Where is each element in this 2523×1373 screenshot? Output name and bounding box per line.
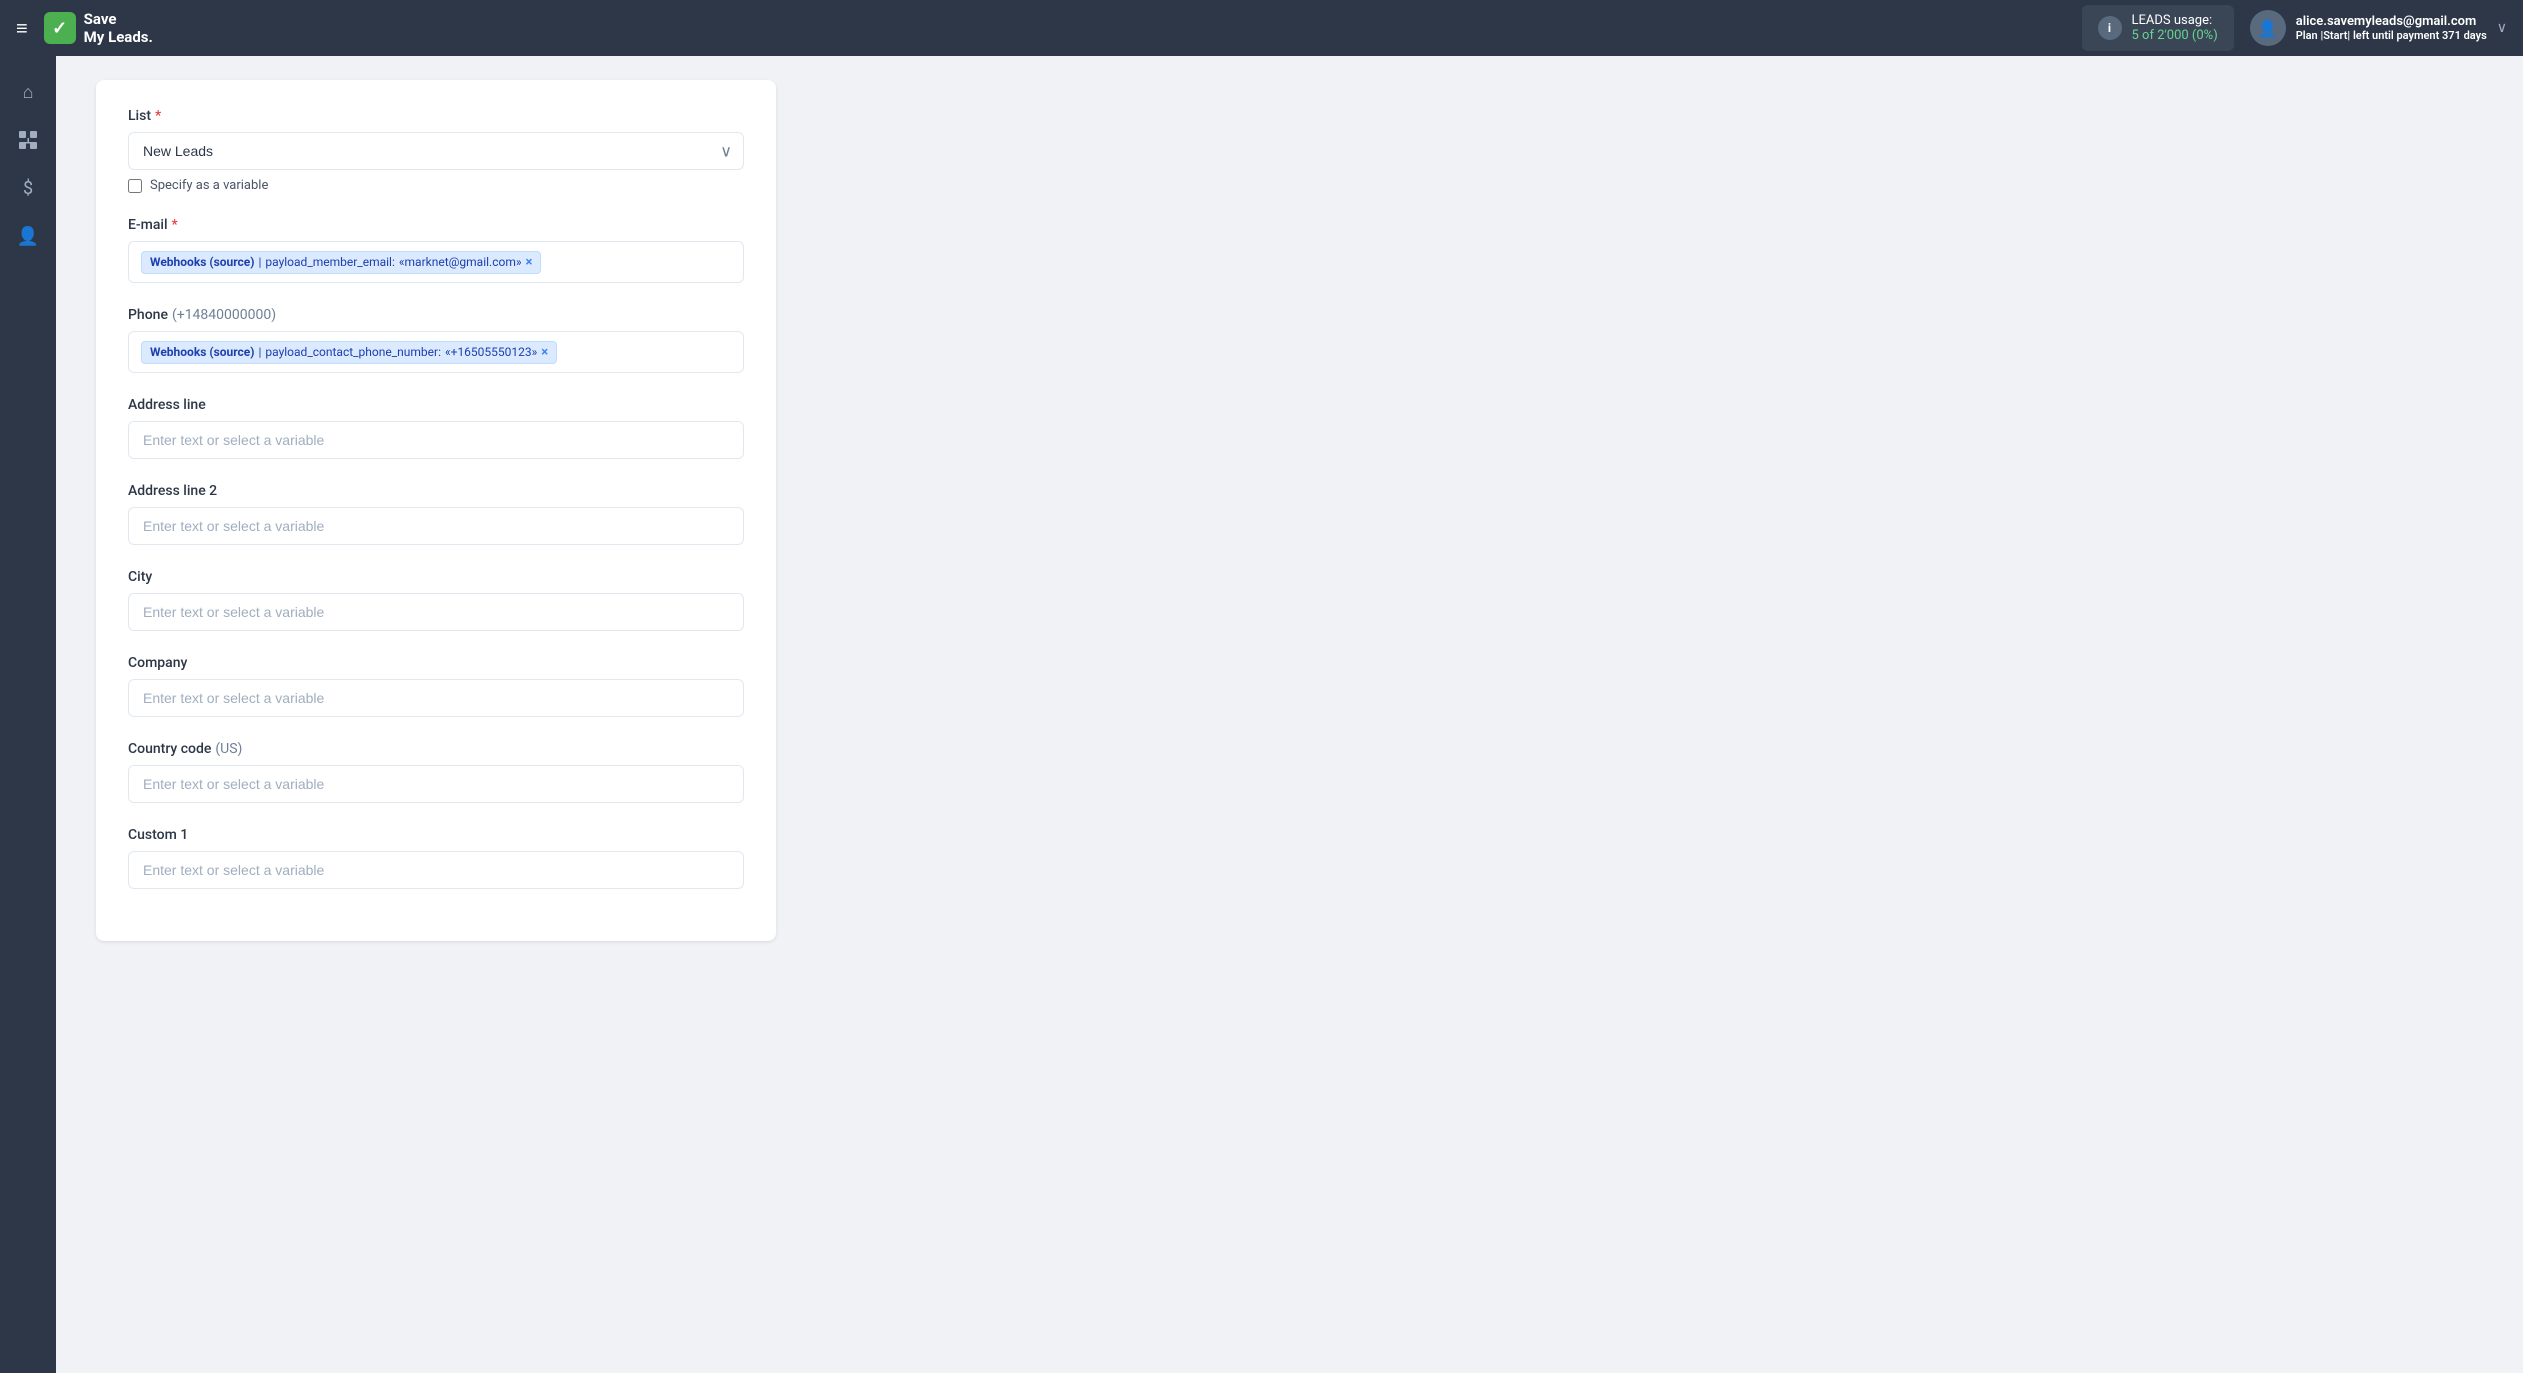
phone-hint: (+14840000000) xyxy=(172,307,276,323)
country-code-field-label: Country code (US) xyxy=(128,741,744,757)
email-token: Webhooks (source) | payload_member_email… xyxy=(141,251,541,274)
email-token-close[interactable]: × xyxy=(525,255,532,270)
phone-token-close[interactable]: × xyxy=(541,345,548,360)
email-field-group: E-mail * Webhooks (source) | payload_mem… xyxy=(128,217,744,283)
navbar: ≡ ✓ Save My Leads. i LEADS usage: 5 of 2… xyxy=(0,0,2523,56)
phone-token-field[interactable]: Webhooks (source) | payload_contact_phon… xyxy=(128,331,744,373)
email-field-label: E-mail * xyxy=(128,217,744,233)
email-required-star: * xyxy=(172,217,178,233)
brand-logo: ✓ Save My Leads. xyxy=(44,10,153,46)
country-code-field-group: Country code (US) xyxy=(128,741,744,803)
address-line-2-label: Address line 2 xyxy=(128,483,744,499)
address-line-2-group: Address line 2 xyxy=(128,483,744,545)
custom1-field-group: Custom 1 xyxy=(128,827,744,889)
user-menu[interactable]: 👤 alice.savemyleads@gmail.com Plan |Star… xyxy=(2250,10,2507,46)
address-line-1-group: Address line xyxy=(128,397,744,459)
avatar: 👤 xyxy=(2250,10,2286,46)
info-icon: i xyxy=(2098,16,2122,40)
specify-variable-checkbox[interactable] xyxy=(128,179,142,193)
form-container: List * New Leads Existing Leads Hot Lead… xyxy=(96,80,776,941)
list-field-group: List * New Leads Existing Leads Hot Lead… xyxy=(128,108,744,193)
sidebar-item-billing[interactable]: $ xyxy=(8,168,48,208)
leads-usage-label: LEADS usage: xyxy=(2132,13,2218,28)
leads-usage-widget: i LEADS usage: 5 of 2'000 (0%) xyxy=(2082,5,2234,51)
sidebar-item-connections[interactable] xyxy=(8,120,48,160)
specify-variable-row: Specify as a variable xyxy=(128,178,744,193)
phone-token-source: Webhooks (source) xyxy=(150,345,254,359)
user-email: alice.savemyleads@gmail.com xyxy=(2296,14,2487,29)
sidebar: ⌂ $ 👤 xyxy=(0,56,56,1373)
brand-icon: ✓ xyxy=(44,12,76,44)
leads-usage-count: 5 of 2'000 (0%) xyxy=(2132,28,2218,43)
address-line-2-input[interactable] xyxy=(128,507,744,545)
sidebar-item-home[interactable]: ⌂ xyxy=(8,72,48,112)
checkmark-icon: ✓ xyxy=(52,18,67,39)
list-required-star: * xyxy=(155,108,161,124)
custom1-field-label: Custom 1 xyxy=(128,827,744,843)
hamburger-menu[interactable]: ≡ xyxy=(16,16,28,41)
custom1-input[interactable] xyxy=(128,851,744,889)
phone-token: Webhooks (source) | payload_contact_phon… xyxy=(141,341,557,364)
sidebar-item-account[interactable]: 👤 xyxy=(8,216,48,256)
list-field-label: List * xyxy=(128,108,744,124)
list-select-wrapper[interactable]: New Leads Existing Leads Hot Leads ∨ xyxy=(128,132,744,170)
right-panel xyxy=(2203,56,2523,1373)
list-select[interactable]: New Leads Existing Leads Hot Leads xyxy=(128,132,744,170)
city-field-label: City xyxy=(128,569,744,585)
brand-name: Save My Leads. xyxy=(84,10,153,46)
phone-field-group: Phone (+14840000000) Webhooks (source) |… xyxy=(128,307,744,373)
address-line-1-input[interactable] xyxy=(128,421,744,459)
main-layout: ⌂ $ 👤 List * xyxy=(0,56,2523,1373)
phone-field-label: Phone (+14840000000) xyxy=(128,307,744,323)
city-field-group: City xyxy=(128,569,744,631)
user-plan: Plan |Start| left until payment 371 days xyxy=(2296,29,2487,42)
company-field-group: Company xyxy=(128,655,744,717)
country-code-input[interactable] xyxy=(128,765,744,803)
company-input[interactable] xyxy=(128,679,744,717)
content-area: List * New Leads Existing Leads Hot Lead… xyxy=(56,56,2203,1373)
city-input[interactable] xyxy=(128,593,744,631)
specify-variable-label[interactable]: Specify as a variable xyxy=(150,178,268,193)
chevron-down-icon[interactable]: ∨ xyxy=(2497,20,2507,36)
email-token-source: Webhooks (source) xyxy=(150,255,254,269)
address-line-1-label: Address line xyxy=(128,397,744,413)
company-field-label: Company xyxy=(128,655,744,671)
user-info: alice.savemyleads@gmail.com Plan |Start|… xyxy=(2296,14,2487,42)
country-code-hint: (US) xyxy=(215,741,242,757)
email-token-field[interactable]: Webhooks (source) | payload_member_email… xyxy=(128,241,744,283)
